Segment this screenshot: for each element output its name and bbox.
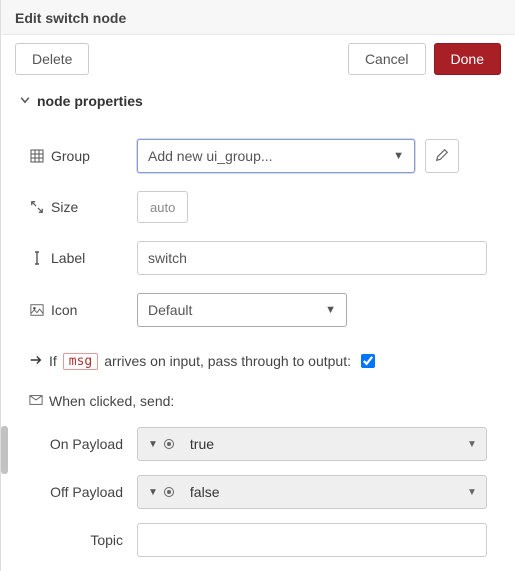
topic-label: Topic [29, 532, 137, 548]
arrow-right-icon [29, 353, 43, 370]
caret-down-icon: ▼ [458, 487, 486, 498]
bool-type-icon [164, 487, 174, 497]
when-clicked-label: When clicked, send: [49, 393, 174, 409]
delete-button[interactable]: Delete [15, 43, 89, 75]
panel-header: Edit switch node [1, 0, 515, 35]
label-text: Label [51, 250, 85, 266]
header-buttons: Delete Cancel Done [1, 35, 515, 93]
icon-select[interactable]: Default ▼ [137, 293, 347, 327]
on-payload-input[interactable]: ▼ true ▼ [137, 427, 487, 461]
passthrough-checkbox[interactable] [361, 354, 375, 368]
chevron-down-icon [19, 93, 31, 109]
on-payload-value: true [184, 436, 458, 452]
msg-badge: msg [63, 353, 98, 370]
spacer [97, 43, 339, 75]
row-passthrough: If msg arrives on input, pass through to… [29, 351, 487, 371]
panel-title: Edit switch node [15, 10, 126, 26]
scrollbar-thumb[interactable] [1, 426, 8, 474]
text-cursor-icon [29, 251, 45, 265]
label-text: Group [51, 148, 90, 164]
caret-down-icon: ▼ [393, 150, 404, 162]
passthrough-prefix: If [49, 353, 57, 369]
bool-type-icon [164, 439, 174, 449]
group-select[interactable]: Add new ui_group... ▼ [137, 139, 415, 173]
topic-input[interactable] [137, 523, 487, 557]
icon-select-value: Default [148, 302, 192, 318]
on-payload-type-button[interactable]: ▼ [138, 428, 184, 460]
edit-group-button[interactable] [425, 139, 459, 173]
off-payload-label: Off Payload [29, 484, 137, 500]
group-select-value: Add new ui_group... [148, 148, 273, 164]
cancel-button[interactable]: Cancel [348, 43, 426, 75]
label-input[interactable] [137, 241, 487, 275]
off-payload-value: false [184, 484, 458, 500]
row-off-payload: Off Payload ▼ false ▼ [29, 475, 487, 509]
envelope-icon [29, 393, 43, 409]
label-size: Size [29, 199, 137, 215]
label-group: Group [29, 148, 137, 164]
on-payload-label: On Payload [29, 436, 137, 452]
label-icon: Icon [29, 302, 137, 318]
caret-down-icon: ▼ [325, 304, 336, 316]
off-payload-type-button[interactable]: ▼ [138, 476, 184, 508]
off-payload-input[interactable]: ▼ false ▼ [137, 475, 487, 509]
pencil-icon [435, 148, 449, 165]
caret-down-icon: ▼ [458, 439, 486, 450]
label-text: Icon [51, 302, 77, 318]
row-group: Group Add new ui_group... ▼ [29, 139, 487, 173]
row-on-payload: On Payload ▼ true ▼ [29, 427, 487, 461]
section-toggle-properties[interactable]: node properties [1, 93, 515, 115]
done-button[interactable]: Done [434, 43, 501, 75]
form-body: Group Add new ui_group... ▼ Size auto [1, 115, 515, 571]
section-title: node properties [37, 93, 143, 109]
row-icon: Icon Default ▼ [29, 293, 487, 327]
size-value: auto [150, 200, 175, 215]
size-button[interactable]: auto [137, 191, 188, 223]
row-when-clicked: When clicked, send: [29, 393, 487, 409]
label-label: Label [29, 250, 137, 266]
edit-node-panel: Edit switch node Delete Cancel Done node… [0, 0, 515, 571]
expand-icon [29, 200, 45, 214]
image-icon [29, 303, 45, 317]
passthrough-suffix: arrives on input, pass through to output… [104, 353, 351, 369]
row-label: Label [29, 241, 487, 275]
row-topic: Topic [29, 523, 487, 557]
label-text: Size [51, 199, 78, 215]
caret-down-icon: ▼ [148, 439, 158, 450]
caret-down-icon: ▼ [148, 487, 158, 498]
row-size: Size auto [29, 191, 487, 223]
grid-icon [29, 149, 45, 163]
